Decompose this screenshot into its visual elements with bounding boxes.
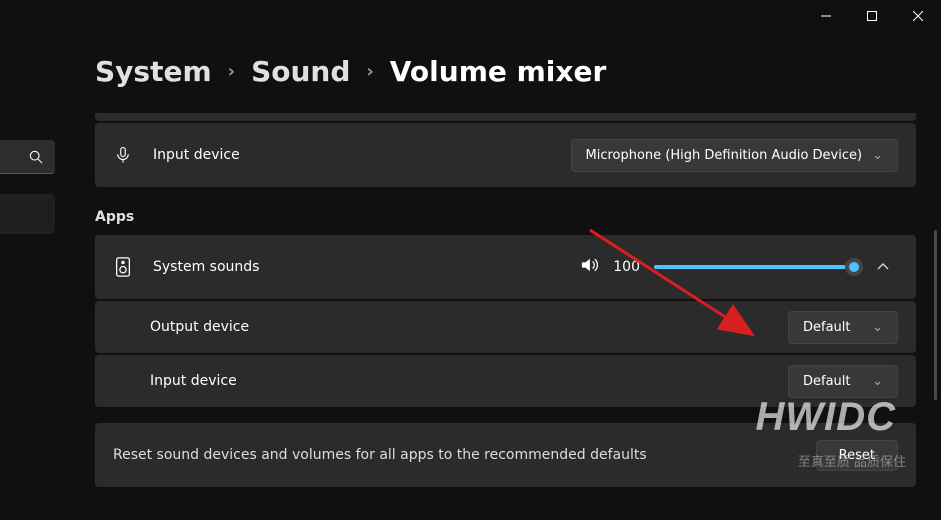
reset-card: Reset sound devices and volumes for all … <box>95 423 916 487</box>
microphone-icon <box>113 146 133 164</box>
sub-output-dropdown[interactable]: Default ⌄ <box>788 311 898 344</box>
breadcrumb: System › Sound › Volume mixer <box>95 55 916 88</box>
chevron-down-icon: ⌄ <box>872 320 883 335</box>
speaker-device-icon <box>113 257 133 277</box>
input-device-value: Microphone (High Definition Audio Device… <box>586 148 863 163</box>
reset-button[interactable]: Reset <box>816 440 898 471</box>
chevron-down-icon: ⌄ <box>872 374 883 389</box>
sidebar-item[interactable] <box>0 194 55 234</box>
minimize-button[interactable] <box>803 0 849 32</box>
system-sounds-output-row: Output device Default ⌄ <box>95 301 916 353</box>
close-button[interactable] <box>895 0 941 32</box>
chevron-right-icon: › <box>366 61 373 82</box>
reset-description: Reset sound devices and volumes for all … <box>113 447 647 463</box>
sub-output-value: Default <box>803 320 862 335</box>
maximize-button[interactable] <box>849 0 895 32</box>
volume-value: 100 <box>612 259 640 275</box>
sub-input-label: Input device <box>150 373 237 389</box>
scrollbar[interactable] <box>934 230 937 400</box>
chevron-up-icon <box>877 263 889 271</box>
system-sounds-card: System sounds 100 <box>95 235 916 299</box>
search-input[interactable] <box>0 140 55 174</box>
chevron-down-icon: ⌄ <box>872 148 883 163</box>
expand-toggle[interactable] <box>868 263 898 271</box>
chevron-right-icon: › <box>228 61 235 82</box>
input-device-label: Input device <box>153 147 240 163</box>
input-device-dropdown[interactable]: Microphone (High Definition Audio Device… <box>571 139 899 172</box>
volume-icon[interactable] <box>580 257 598 277</box>
breadcrumb-current: Volume mixer <box>390 55 606 88</box>
search-icon <box>29 150 43 164</box>
card-divider <box>95 113 916 121</box>
volume-slider[interactable] <box>654 257 854 277</box>
sub-input-value: Default <box>803 374 862 389</box>
system-sounds-input-row: Input device Default ⌄ <box>95 355 916 407</box>
breadcrumb-system[interactable]: System <box>95 55 212 88</box>
breadcrumb-sound[interactable]: Sound <box>251 55 350 88</box>
apps-section-header: Apps <box>95 209 916 225</box>
sub-input-dropdown[interactable]: Default ⌄ <box>788 365 898 398</box>
sub-output-label: Output device <box>150 319 249 335</box>
input-device-card: Input device Microphone (High Definition… <box>95 123 916 187</box>
system-sounds-label: System sounds <box>153 259 259 275</box>
